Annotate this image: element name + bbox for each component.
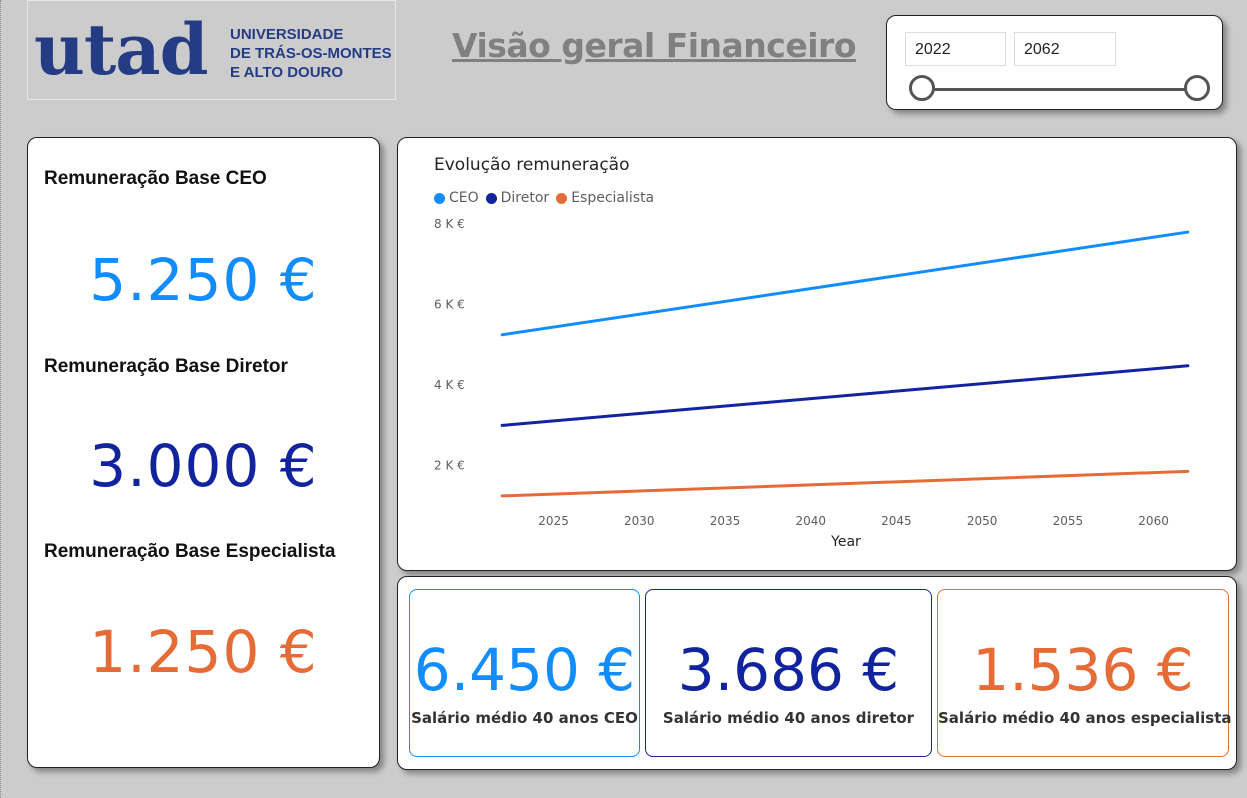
avg-box-especialista: 1.536 € Salário médio 40 anos especialis… <box>937 589 1232 757</box>
salary-evolution-chart-card: Evolução remuneração CEO Diretor Especia… <box>397 137 1237 571</box>
left-border <box>0 0 2 798</box>
x-tick-label: 2030 <box>624 514 655 528</box>
y-tick-label: 2 K € <box>434 459 465 473</box>
base-salary-card: Remuneração Base CEO 5.250 € Remuneração… <box>27 137 380 768</box>
x-tick-label: 2045 <box>881 514 912 528</box>
kpi-label-ceo: Remuneração Base CEO <box>44 168 267 189</box>
y-tick-label: 4 K € <box>434 378 465 392</box>
avg-label-especialista: Salário médio 40 anos especialista <box>938 709 1232 727</box>
kpi-label-diretor: Remuneração Base Diretor <box>44 356 288 377</box>
logo-text: UNIVERSIDADE DE TRÁS-OS-MONTES E ALTO DO… <box>230 25 392 82</box>
avg-value-especialista: 1.536 € <box>972 636 1194 704</box>
line-chart[interactable]: 2 K € 4 K € 6 K € 8 K € 2025 2030 2035 2040 2045… <box>398 138 1236 570</box>
avg-label-diretor: Salário médio 40 anos diretor <box>662 709 915 727</box>
kpi-label-especialista: Remuneração Base Especialista <box>44 541 336 562</box>
kpi-value-especialista: 1.250 € <box>89 618 318 686</box>
kpi-value-diretor: 3.000 € <box>89 432 318 500</box>
page-title: Visão geral Financeiro <box>452 26 857 65</box>
logo-line-1: UNIVERSIDADE <box>230 26 344 43</box>
end-year-input[interactable]: 2062 <box>1014 32 1116 66</box>
x-axis-title: Year <box>830 534 861 550</box>
series-line-diretor <box>500 364 1190 427</box>
average-salary-card: 6.450 € Salário médio 40 anos CEO 3.686 … <box>397 576 1237 770</box>
y-tick-label: 8 K € <box>434 217 465 231</box>
logo-line-3: E ALTO DOURO <box>230 64 344 81</box>
x-tick-label: 2035 <box>710 514 741 528</box>
avg-value-diretor: 3.686 € <box>677 636 900 704</box>
x-tick-label: 2050 <box>967 514 998 528</box>
utad-logo: utad UNIVERSIDADE DE TRÁS-OS-MONTES E AL… <box>27 0 396 100</box>
series-line-especialista <box>500 469 1190 498</box>
logo-mark: utad <box>34 8 209 91</box>
y-tick-label: 6 K € <box>434 298 465 312</box>
x-tick-label: 2025 <box>538 514 569 528</box>
avg-value-ceo: 6.450 € <box>413 636 636 704</box>
slider-track[interactable] <box>922 88 1197 91</box>
avg-label-ceo: Salário médio 40 anos CEO <box>411 709 638 727</box>
x-tick-label: 2055 <box>1053 514 1084 528</box>
series-line-ceo <box>500 230 1190 337</box>
year-range-slicer: 2022 2062 <box>886 15 1223 110</box>
logo-line-2: DE TRÁS-OS-MONTES <box>230 45 392 62</box>
avg-box-diretor: 3.686 € Salário médio 40 anos diretor <box>645 589 932 757</box>
slider-end-handle[interactable] <box>1184 75 1210 101</box>
x-tick-label: 2040 <box>795 514 826 528</box>
avg-box-ceo: 6.450 € Salário médio 40 anos CEO <box>409 589 640 757</box>
x-tick-label: 2060 <box>1138 514 1169 528</box>
kpi-value-ceo: 5.250 € <box>89 246 318 314</box>
start-year-input[interactable]: 2022 <box>905 32 1006 66</box>
slider-start-handle[interactable] <box>909 75 935 101</box>
